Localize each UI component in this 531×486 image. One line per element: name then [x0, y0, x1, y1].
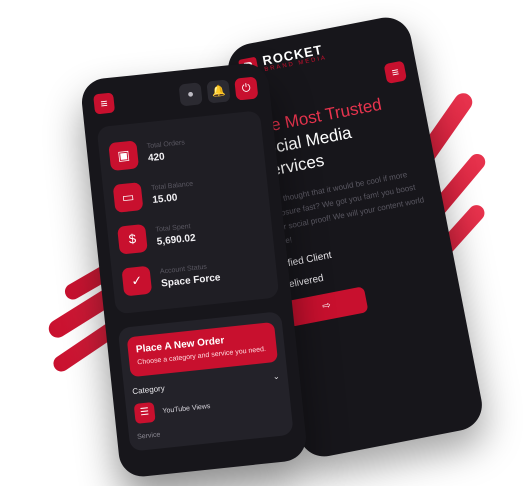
new-order-header: Place A New Order Choose a category and …	[126, 321, 279, 378]
top-bar: ≡ ● 🔔 ⏻	[93, 74, 259, 117]
bell-icon[interactable]: 🔔	[206, 79, 231, 104]
power-icon[interactable]: ⏻	[234, 76, 259, 101]
package-icon: ▣	[108, 140, 140, 172]
stats-card: ▣ Total Orders 420 ▭ Total Balance 15.00…	[96, 110, 280, 315]
list-icon: ☰	[133, 401, 156, 424]
illustration-stage: R ROCKET BRAND MEDIA ≡ The Most Trusted …	[0, 0, 531, 486]
hamburger-icon[interactable]: ≡	[383, 60, 408, 85]
shield-check-icon: ✓	[121, 265, 153, 297]
hero-cta-button[interactable]: ⇨	[285, 286, 369, 328]
category-value: YouTube Views	[162, 402, 211, 415]
new-order-panel: Place A New Order Choose a category and …	[117, 311, 294, 452]
money-icon: $	[117, 223, 148, 255]
user-icon[interactable]: ●	[178, 82, 203, 107]
service-label: Service	[136, 431, 161, 441]
login-icon: ⇨	[321, 299, 332, 313]
category-label: Category	[131, 383, 166, 397]
category-selected-option[interactable]: ☰ YouTube Views	[133, 389, 283, 424]
chevron-down-icon: ⌄	[272, 371, 281, 382]
wallet-icon: ▭	[112, 182, 144, 213]
hamburger-icon[interactable]: ≡	[93, 92, 116, 115]
